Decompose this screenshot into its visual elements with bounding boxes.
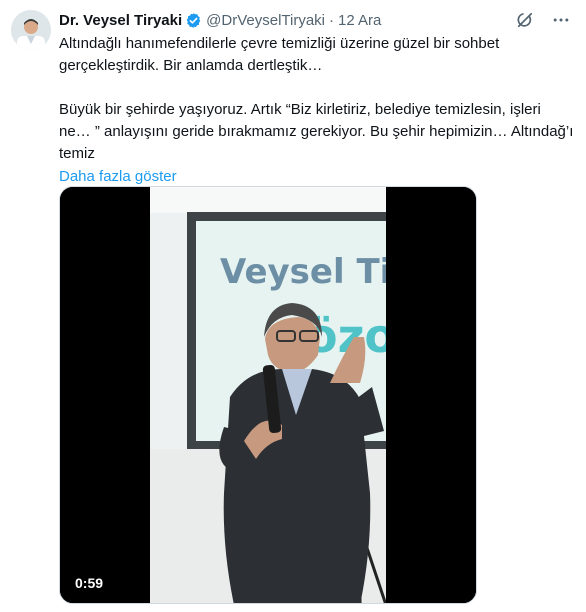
video-frame: Veysel Tiry özo [60,187,476,603]
more-dots-icon[interactable] [550,9,572,31]
tweet-text-line: Altındağlı hanımefendilerle çevre temizl… [59,35,500,52]
tweet-text-line: ne… ” anlayışını geride bırakmamız gerek… [59,123,574,140]
avatar[interactable] [11,10,51,50]
tweet-date[interactable]: 12 Ara [338,12,381,29]
header-actions [514,9,572,31]
grok-icon[interactable] [514,9,536,31]
video-duration: 0:59 [75,575,104,591]
video-player[interactable]: Veysel Tiry özo 0:59 [59,186,477,604]
tweet: Dr. Veysel Tiryaki @DrVeyselTiryaki · 12… [0,0,586,612]
author-name[interactable]: Dr. Veysel Tiryaki [59,12,182,29]
show-more-link[interactable]: Daha fazla göster [59,166,177,188]
tweet-text-line: gerçekleştirdik. Bir anlamda dertleştik… [59,57,323,74]
separator-dot: · [329,11,335,29]
author-handle[interactable]: @DrVeyselTiryaki [206,12,325,29]
tweet-text-line: temiz [59,145,95,162]
tweet-text-line: Büyük bir şehirde yaşıyoruz. Artık “Biz … [59,101,541,118]
avatar-image [11,10,51,50]
tweet-header: Dr. Veysel Tiryaki @DrVeyselTiryaki · 12… [59,9,572,31]
verified-badge-icon [185,12,202,29]
tweet-text: Altındağlı hanımefendilerle çevre temizl… [59,33,579,188]
